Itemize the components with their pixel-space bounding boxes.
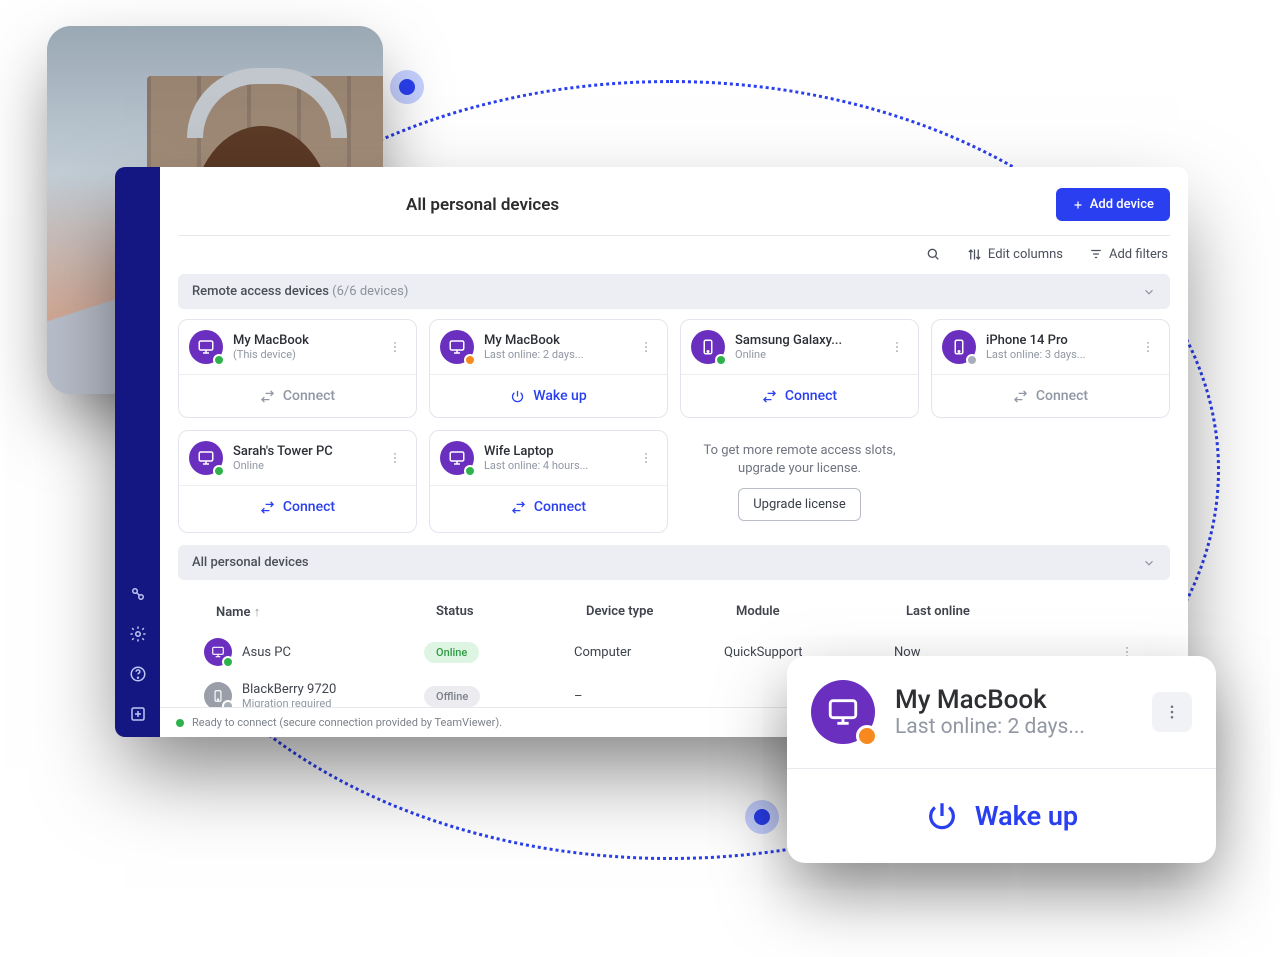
device-sub: Online [233,459,374,472]
popup-device-name: My MacBook [895,685,1132,715]
status-text: Ready to connect (secure connection prov… [192,716,502,729]
add-filters-label: Add filters [1109,247,1168,262]
wakeup-label: Wake up [975,800,1078,832]
status-dot-icon [222,700,234,707]
edit-columns-label: Edit columns [988,247,1063,262]
more-button[interactable] [1152,692,1192,732]
device-sub: Last online: 3 days... [986,348,1127,361]
search-icon[interactable] [925,246,941,262]
device-icon [204,682,232,707]
add-filters-button[interactable]: Add filters [1089,247,1168,262]
connect-button[interactable]: Connect [681,374,918,417]
device-card: iPhone 14 ProLast online: 3 days... Conne… [931,319,1170,418]
status-dot-icon [464,465,476,477]
upgrade-license-button[interactable]: Upgrade license [738,488,861,521]
page-title: All personal devices [406,195,559,215]
device-icon [811,680,875,744]
device-name: Samsung Galaxy... [735,333,876,348]
status-dot-orange-icon [856,725,878,747]
device-popup: My MacBook Last online: 2 days... Wake u… [787,656,1216,863]
upgrade-text: To get more remote access slots, upgrade… [694,442,905,478]
row-name: Asus PC [242,645,291,660]
table-header: Name Status Device type Module Last onli… [178,590,1170,630]
col-status[interactable]: Status [436,604,586,620]
row-sub: Migration required [242,697,336,707]
status-dot-icon [213,354,225,366]
all-devices-section-header[interactable]: All personal devices [178,545,1170,580]
device-icon [189,330,223,364]
more-button[interactable] [635,336,657,358]
help-icon[interactable] [129,665,147,683]
status-dot-icon [464,354,476,366]
device-card: My MacBook(This device) Connect [178,319,417,418]
device-icon [440,330,474,364]
connect-button[interactable]: Connect [430,485,667,528]
device-card: Samsung Galaxy...Online Connect [680,319,919,418]
device-name: iPhone 14 Pro [986,333,1127,348]
upgrade-card: To get more remote access slots, upgrade… [680,430,919,533]
col-last-online[interactable]: Last online [906,604,1116,620]
oval-dot [745,800,779,834]
device-name: Sarah's Tower PC [233,444,374,459]
row-device-type: – [574,689,724,704]
device-card: My MacBookLast online: 2 days... Wake up [429,319,668,418]
device-card: Wife LaptopLast online: 4 hours... Connec… [429,430,668,533]
section-count: (6/6 devices) [332,284,408,299]
more-button[interactable] [384,447,406,469]
status-dot-icon [966,354,978,366]
add-device-label: Add device [1090,197,1154,212]
chevron-down-icon [1142,285,1156,299]
device-sub: Online [735,348,876,361]
col-device-type[interactable]: Device type [586,604,736,620]
device-sub: Last online: 2 days... [484,348,625,361]
status-dot-icon [213,465,225,477]
col-module[interactable]: Module [736,604,906,620]
row-device-type: Computer [574,645,724,660]
status-dot-icon [222,656,234,668]
app-window: All personal devices Add device Edit col… [115,167,1188,737]
toolbar: Edit columns Add filters [178,235,1170,272]
status-badge: Online [424,642,479,663]
device-icon [942,330,976,364]
more-button[interactable] [635,447,657,469]
device-icon [440,441,474,475]
connect-button[interactable]: Connect [932,374,1169,417]
expand-icon[interactable] [129,705,147,723]
connect-button[interactable]: Connect [179,374,416,417]
page-header: All personal devices Add device [178,174,1170,235]
device-name: Wife Laptop [484,444,625,459]
oval-dot [390,70,424,104]
gear-icon[interactable] [129,625,147,643]
more-button[interactable] [1137,336,1159,358]
connect-button[interactable]: Connect [179,485,416,528]
device-name: My MacBook [233,333,374,348]
more-button[interactable] [384,336,406,358]
rail-icon[interactable] [129,585,147,603]
edit-columns-button[interactable]: Edit columns [967,247,1063,262]
wakeup-button[interactable]: Wake up [430,374,667,417]
device-icon [189,441,223,475]
chevron-down-icon [1142,556,1156,570]
add-device-button[interactable]: Add device [1056,188,1170,221]
status-dot-icon [715,354,727,366]
device-icon [204,638,232,666]
side-rail [115,167,160,737]
device-icon [691,330,725,364]
device-name: My MacBook [484,333,625,348]
status-badge: Offline [424,686,480,707]
row-name: BlackBerry 9720 [242,682,336,697]
col-name[interactable]: Name [216,604,436,620]
section-title: Remote access devices [192,284,329,299]
device-sub: (This device) [233,348,374,361]
popup-device-sub: Last online: 2 days... [895,715,1132,739]
wakeup-button[interactable]: Wake up [787,768,1216,863]
section-title: All personal devices [192,555,309,570]
more-button[interactable] [886,336,908,358]
status-dot-icon [176,719,184,727]
device-card: Sarah's Tower PCOnline Connect [178,430,417,533]
remote-devices-section-header[interactable]: Remote access devices (6/6 devices) [178,274,1170,309]
device-sub: Last online: 4 hours... [484,459,625,472]
